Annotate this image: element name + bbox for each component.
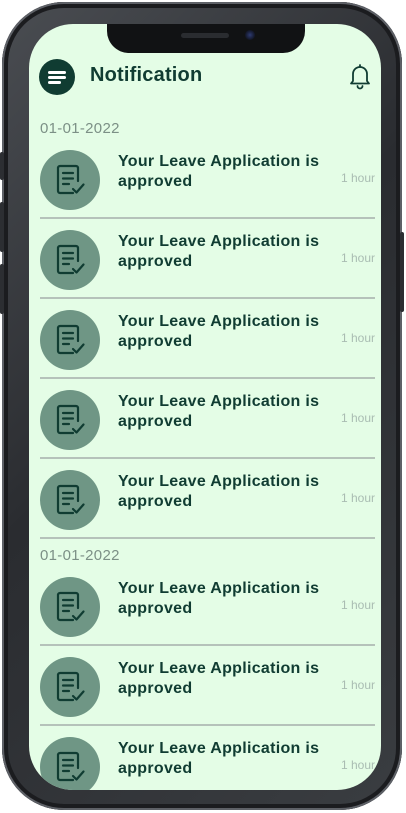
notification-item[interactable]: Your Leave Application is approved 1 hour <box>40 733 375 790</box>
notification-item[interactable]: Your Leave Application is approved 1 hour <box>40 573 375 653</box>
notification-avatar <box>40 577 100 637</box>
notification-item[interactable]: Your Leave Application is approved 1 hour <box>40 226 375 306</box>
notification-time: 1 hour <box>340 251 375 265</box>
document-check-icon <box>56 484 85 515</box>
menu-button[interactable] <box>39 59 75 95</box>
notification-time: 1 hour <box>340 598 375 612</box>
bell-icon <box>350 64 370 90</box>
notification-avatar <box>40 150 100 210</box>
notification-avatar <box>40 390 100 450</box>
volume-down-button <box>0 264 4 314</box>
app-screen: Notification 01-01-2022 Your Leave Applic… <box>29 24 381 790</box>
notification-message: Your Leave Application is approved <box>118 313 320 350</box>
notification-item[interactable]: Your Leave Application is approved 1 hour <box>40 653 375 733</box>
divider <box>40 297 375 299</box>
notification-item[interactable]: Your Leave Application is approved 1 hour <box>40 386 375 466</box>
notification-message: Your Leave Application is approved <box>118 233 320 270</box>
date-header: 01-01-2022 <box>40 547 120 564</box>
notification-message: Your Leave Application is approved <box>118 393 320 430</box>
divider <box>40 217 375 219</box>
document-check-icon <box>56 404 85 435</box>
divider <box>40 377 375 379</box>
document-check-icon <box>56 671 85 702</box>
notification-time: 1 hour <box>340 331 375 345</box>
notification-time: 1 hour <box>340 758 375 772</box>
notification-message: Your Leave Application is approved <box>118 580 320 617</box>
notification-time: 1 hour <box>340 678 375 692</box>
document-check-icon <box>56 244 85 275</box>
divider <box>40 644 375 646</box>
notification-avatar <box>40 657 100 717</box>
divider <box>40 724 375 726</box>
notification-message: Your Leave Application is approved <box>118 740 320 777</box>
notification-avatar <box>40 737 100 790</box>
power-button <box>400 232 404 312</box>
volume-up-button <box>0 202 4 252</box>
notification-time: 1 hour <box>340 171 375 185</box>
document-check-icon <box>56 164 85 195</box>
date-header: 01-01-2022 <box>40 120 120 137</box>
hamburger-menu-icon-line <box>48 81 61 84</box>
notification-time: 1 hour <box>340 411 375 425</box>
notification-time: 1 hour <box>340 491 375 505</box>
front-camera <box>245 30 255 40</box>
notification-avatar <box>40 470 100 530</box>
notification-message: Your Leave Application is approved <box>118 473 320 510</box>
notification-item[interactable]: Your Leave Application is approved 1 hour <box>40 146 375 226</box>
notification-message: Your Leave Application is approved <box>118 660 320 697</box>
hamburger-menu-icon <box>48 71 66 74</box>
notification-item[interactable]: Your Leave Application is approved 1 hour <box>40 466 375 546</box>
hamburger-menu-icon-line <box>48 76 66 79</box>
notification-item[interactable]: Your Leave Application is approved 1 hour <box>40 306 375 386</box>
notification-message: Your Leave Application is approved <box>118 153 320 190</box>
document-check-icon <box>56 751 85 782</box>
app-header: Notification <box>29 56 381 100</box>
phone-frame: Notification 01-01-2022 Your Leave Applic… <box>0 2 404 810</box>
speaker <box>181 33 229 38</box>
notification-avatar <box>40 310 100 370</box>
page-title: Notification <box>90 64 203 86</box>
notch <box>107 24 305 53</box>
notification-avatar <box>40 230 100 290</box>
divider <box>40 457 375 459</box>
silent-switch <box>0 152 4 180</box>
notification-bell-button[interactable] <box>347 62 373 90</box>
document-check-icon <box>56 591 85 622</box>
document-check-icon <box>56 324 85 355</box>
divider <box>40 537 375 539</box>
